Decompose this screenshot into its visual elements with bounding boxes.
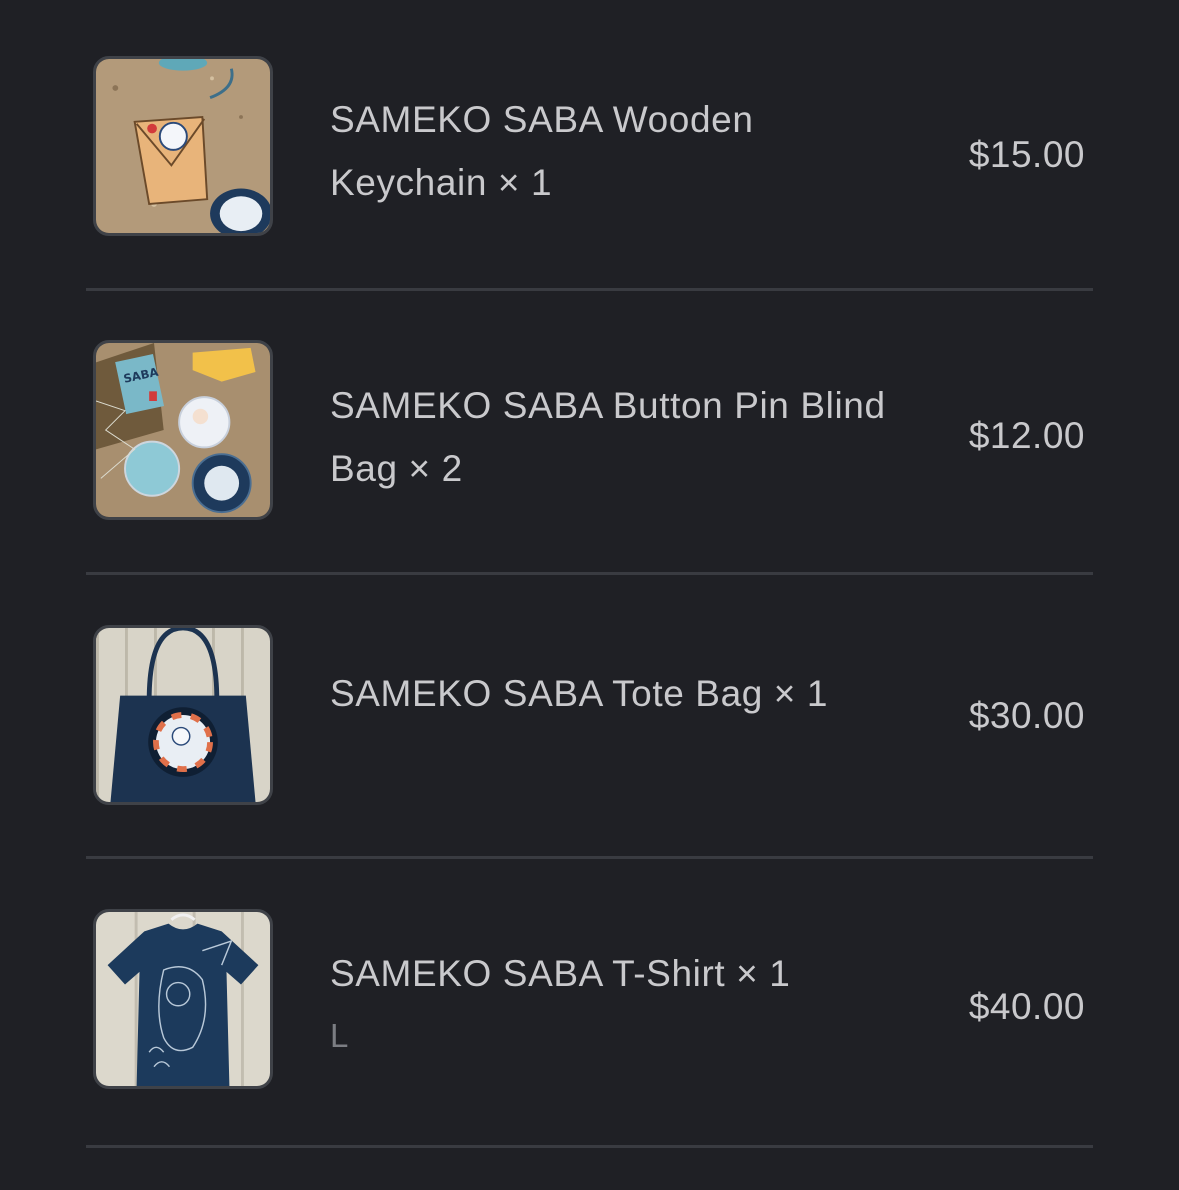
wooden-keychain-photo: [93, 56, 273, 236]
tote-bag-photo: [93, 625, 273, 805]
item-price: $15.00: [968, 134, 1085, 175]
item-variant: L: [330, 1017, 349, 1054]
button-pin-photo: SABA: [93, 340, 273, 520]
item-price: $12.00: [968, 415, 1085, 456]
order-item: SAMEKO SABA Wooden Keychain × 1 $15.00: [86, 0, 1093, 291]
order-item: SAMEKO SABA T-Shirt × 1 L $40.00: [86, 859, 1093, 1148]
order-item: SAMEKO SABA Tote Bag × 1 $30.00: [86, 575, 1093, 859]
item-price: $40.00: [968, 986, 1085, 1027]
item-name: SAMEKO SABA Wooden Keychain × 1: [330, 99, 754, 203]
t-shirt-photo: [93, 909, 273, 1089]
item-name-text: SAMEKO SABA T-Shirt × 1: [330, 953, 791, 994]
item-name: SAMEKO SABA Button Pin Blind Bag × 2: [330, 385, 886, 489]
order-items-list: SAMEKO SABA Wooden Keychain × 1 $15.00 S…: [86, 0, 1093, 1148]
item-name: SAMEKO SABA T-Shirt × 1 L: [330, 942, 890, 1067]
item-name: SAMEKO SABA Tote Bag × 1: [330, 673, 829, 714]
order-item: SABA SAMEKO SABA Button Pin Blind Bag × …: [86, 291, 1093, 575]
item-price: $30.00: [968, 695, 1085, 736]
